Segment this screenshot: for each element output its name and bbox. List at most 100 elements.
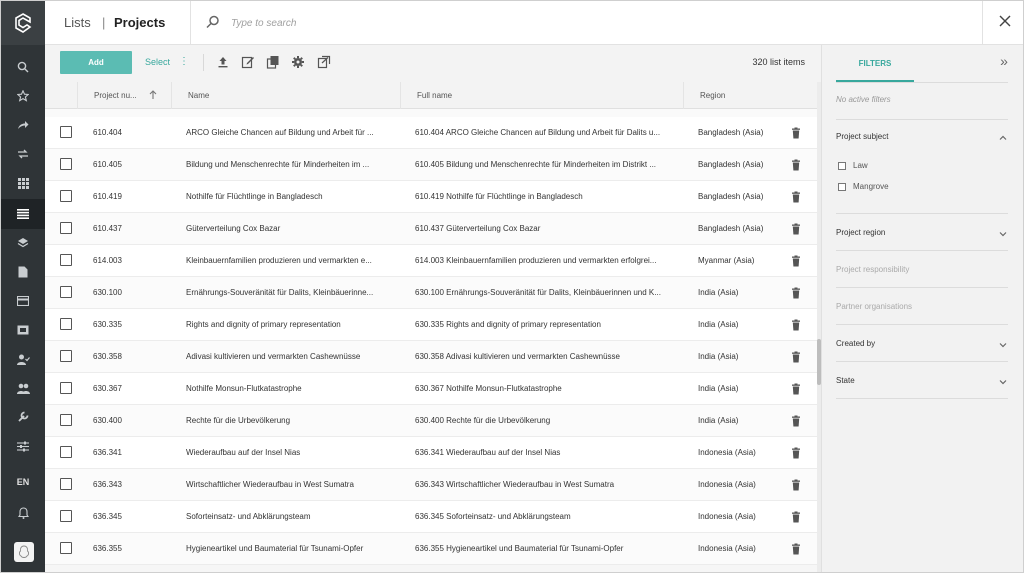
trash-icon[interactable] bbox=[790, 159, 802, 171]
filter-section-created-by[interactable]: Created by bbox=[836, 339, 875, 348]
document-icon[interactable] bbox=[1, 258, 45, 286]
table-row[interactable]: 630.100 Ernährungs-Souveränität für Dalit… bbox=[45, 277, 817, 309]
filter-section-state[interactable]: State bbox=[836, 376, 855, 385]
row-checkbox[interactable] bbox=[60, 350, 72, 362]
avatar[interactable] bbox=[14, 542, 34, 562]
table-row[interactable]: 636.345 Soforteinsatz- und Abklärungsteam… bbox=[45, 501, 817, 533]
table-row[interactable]: 630.367 Nothilfe Monsun-Flutkatastrophe 63… bbox=[45, 373, 817, 405]
add-button[interactable]: Add bbox=[60, 51, 132, 74]
search-icon[interactable] bbox=[1, 53, 45, 81]
row-checkbox[interactable] bbox=[60, 542, 72, 554]
trash-icon[interactable] bbox=[790, 511, 802, 523]
trash-icon[interactable] bbox=[790, 191, 802, 203]
table-row[interactable]: 630.358 Adivasi kultivieren und vermarkte… bbox=[45, 341, 817, 373]
table-row[interactable]: 614.003 Kleinbauernfamilien produzieren u… bbox=[45, 245, 817, 277]
search-input[interactable] bbox=[231, 13, 631, 33]
transfer-icon[interactable] bbox=[1, 140, 45, 168]
gear-icon[interactable] bbox=[291, 55, 305, 69]
divider bbox=[836, 82, 1008, 83]
export-icon[interactable] bbox=[317, 55, 331, 69]
chevron-down-icon[interactable] bbox=[998, 340, 1008, 350]
trash-icon[interactable] bbox=[790, 351, 802, 363]
upload-icon[interactable] bbox=[216, 55, 230, 69]
trash-icon[interactable] bbox=[790, 447, 802, 459]
app-logo[interactable] bbox=[1, 1, 45, 45]
edit-icon[interactable] bbox=[241, 55, 255, 69]
trash-icon[interactable] bbox=[790, 127, 802, 139]
user-check-icon[interactable] bbox=[1, 345, 45, 373]
trash-icon[interactable] bbox=[790, 255, 802, 267]
filter-checkbox[interactable] bbox=[838, 162, 846, 170]
language-switch[interactable]: EN bbox=[1, 477, 45, 487]
cell-name: Güterverteilung Cox Bazar bbox=[186, 224, 281, 233]
cell-region: India (Asia) bbox=[698, 416, 739, 425]
table-row[interactable]: 636.343 Wirtschaftlicher Wiederaufbau in … bbox=[45, 469, 817, 501]
cell-region: Bangladesh (Asia) bbox=[698, 128, 764, 137]
column-header-name[interactable]: Name bbox=[171, 82, 400, 109]
row-checkbox[interactable] bbox=[60, 158, 72, 170]
table-row[interactable]: 636.355 Hygieneartikel und Baumaterial fü… bbox=[45, 533, 817, 565]
row-checkbox[interactable] bbox=[60, 510, 72, 522]
sort-ascending-icon[interactable] bbox=[148, 90, 158, 100]
row-checkbox[interactable] bbox=[60, 126, 72, 138]
copy-icon[interactable] bbox=[266, 55, 280, 69]
cell-project-number: 630.358 bbox=[93, 352, 122, 361]
layers-icon[interactable] bbox=[1, 229, 45, 257]
trash-icon[interactable] bbox=[790, 383, 802, 395]
bell-icon[interactable] bbox=[1, 499, 45, 527]
chevron-down-icon[interactable] bbox=[998, 229, 1008, 239]
table-row[interactable]: 630.400 Rechte für die Urbevölkerung 630.4… bbox=[45, 405, 817, 437]
row-checkbox[interactable] bbox=[60, 222, 72, 234]
column-header-region[interactable]: Region bbox=[683, 82, 817, 109]
row-checkbox[interactable] bbox=[60, 318, 72, 330]
grid-icon[interactable] bbox=[1, 169, 45, 197]
star-icon[interactable] bbox=[1, 82, 45, 110]
sliders-icon[interactable] bbox=[1, 432, 45, 460]
users-icon[interactable] bbox=[1, 374, 45, 402]
row-checkbox[interactable] bbox=[60, 254, 72, 266]
trash-icon[interactable] bbox=[790, 319, 802, 331]
trash-icon[interactable] bbox=[790, 543, 802, 555]
select-button[interactable]: Select bbox=[145, 57, 170, 67]
select-menu-icon[interactable]: ⋮ bbox=[179, 56, 189, 67]
item-count: 320 list items bbox=[752, 57, 805, 67]
divider bbox=[836, 324, 1008, 325]
filter-section-project-subject[interactable]: Project subject bbox=[836, 132, 888, 141]
close-button[interactable] bbox=[995, 13, 1015, 33]
list-icon[interactable] bbox=[1, 199, 45, 229]
filter-section-project-responsibility: Project responsibility bbox=[836, 265, 910, 274]
wrench-icon[interactable] bbox=[1, 403, 45, 431]
filter-section-project-region[interactable]: Project region bbox=[836, 228, 885, 237]
row-checkbox[interactable] bbox=[60, 446, 72, 458]
cell-project-number: 636.341 bbox=[93, 448, 122, 457]
table-row[interactable]: 610.405 Bildung und Menschenrechte für Mi… bbox=[45, 149, 817, 181]
chevron-down-icon[interactable] bbox=[998, 377, 1008, 387]
trash-icon[interactable] bbox=[790, 479, 802, 491]
trash-icon[interactable] bbox=[790, 415, 802, 427]
table-row[interactable]: 610.437 Güterverteilung Cox Bazar 610.437 … bbox=[45, 213, 817, 245]
breadcrumb-lists[interactable]: Lists bbox=[64, 15, 91, 30]
table-row[interactable]: 630.335 Rights and dignity of primary rep… bbox=[45, 309, 817, 341]
table-row[interactable]: 610.404 ARCO Gleiche Chancen auf Bildung … bbox=[45, 117, 817, 149]
card-icon[interactable] bbox=[1, 287, 45, 315]
trash-icon[interactable] bbox=[790, 223, 802, 235]
table-row[interactable]: 636.341 Wiederaufbau auf der Insel Nias 63… bbox=[45, 437, 817, 469]
filter-checkbox[interactable] bbox=[838, 183, 846, 191]
wallet-icon[interactable] bbox=[1, 316, 45, 344]
collapse-panel-icon[interactable]: » bbox=[996, 53, 1012, 69]
divider bbox=[836, 361, 1008, 362]
cell-full-name: 630.100 Ernährungs-Souveränität für Dali… bbox=[415, 288, 661, 297]
table-row[interactable]: 610.419 Nothilfe für Flüchtlinge in Bangl… bbox=[45, 181, 817, 213]
cell-full-name: 630.335 Rights and dignity of primary re… bbox=[415, 320, 601, 329]
share-icon[interactable] bbox=[1, 111, 45, 139]
chevron-up-icon[interactable] bbox=[998, 133, 1008, 143]
row-checkbox[interactable] bbox=[60, 286, 72, 298]
row-checkbox[interactable] bbox=[60, 414, 72, 426]
cell-project-number: 630.100 bbox=[93, 288, 122, 297]
column-header-full-name[interactable]: Full name bbox=[400, 82, 683, 109]
trash-icon[interactable] bbox=[790, 287, 802, 299]
tab-filters[interactable]: FILTERS bbox=[836, 45, 914, 82]
row-checkbox[interactable] bbox=[60, 478, 72, 490]
row-checkbox[interactable] bbox=[60, 190, 72, 202]
row-checkbox[interactable] bbox=[60, 382, 72, 394]
